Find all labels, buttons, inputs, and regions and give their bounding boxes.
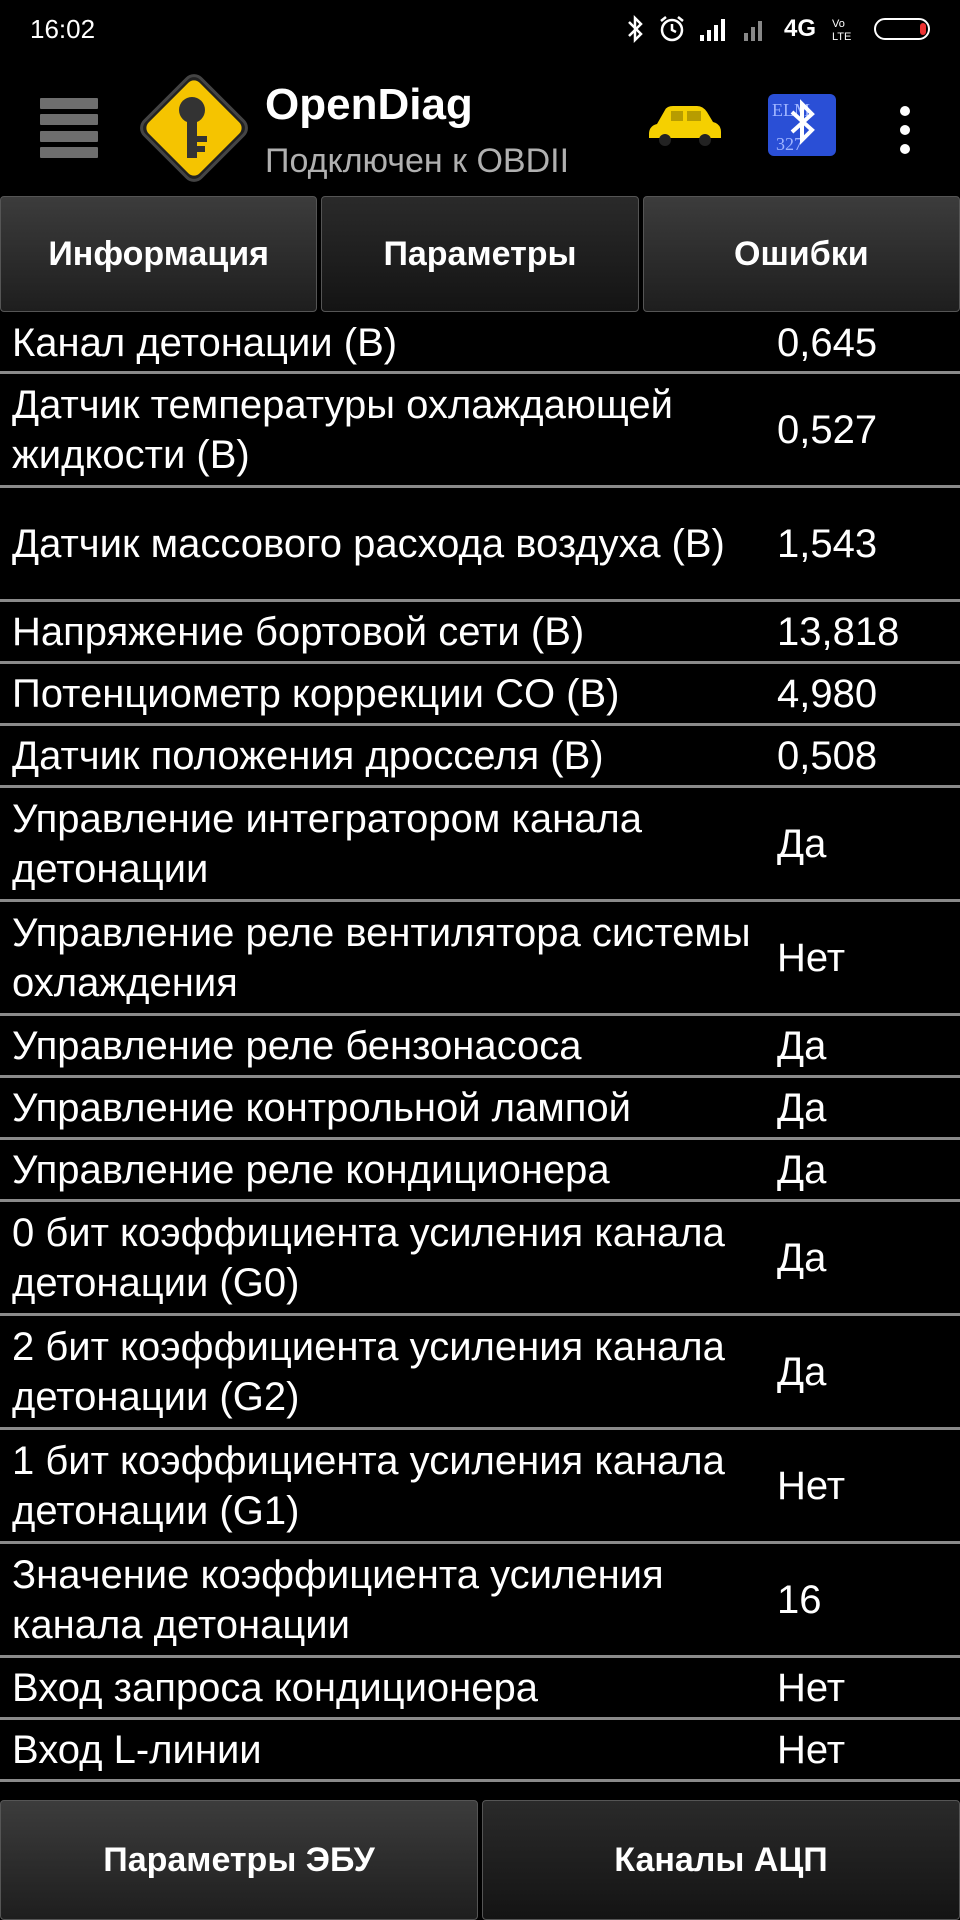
app-logo-key-icon: [140, 74, 248, 182]
car-icon[interactable]: [645, 100, 725, 150]
param-name: Датчик положения дросселя (В): [12, 733, 604, 778]
param-name: Напряжение бортовой сети (В): [12, 609, 585, 654]
param-value: Нет: [777, 1463, 846, 1508]
alarm-icon: [660, 16, 684, 42]
param-value: 16: [777, 1577, 822, 1622]
overflow-menu-icon[interactable]: [895, 106, 915, 154]
status-bar: 16:02 4G Vo LTE: [0, 0, 960, 60]
table-row: Вход запроса кондиционера Нет: [0, 1658, 960, 1720]
param-name: Управление интегратором канала детонации: [12, 796, 642, 891]
param-name: Управление реле вентилятора системы охла…: [12, 910, 751, 1005]
param-value: Да: [777, 821, 827, 866]
param-value: Нет: [777, 1665, 846, 1710]
network-type: 4G: [783, 15, 816, 42]
param-value: Да: [777, 1085, 827, 1130]
table-row: 1 бит коэффициента усиления канала детон…: [0, 1430, 960, 1544]
table-row: Датчик температуры охлаждающей жидкости …: [0, 374, 960, 488]
param-value: Да: [777, 1349, 827, 1394]
param-name: 0 бит коэффициента усиления канала детон…: [12, 1210, 725, 1305]
svg-text:Vo: Vo: [832, 18, 845, 30]
param-value: Да: [777, 1235, 827, 1280]
param-name: Управление контрольной лампой: [12, 1085, 632, 1130]
bottom-tabs: Параметры ЭБУ Каналы АЦП: [0, 1800, 960, 1920]
param-name: Вход L-линии: [12, 1727, 262, 1772]
table-row: Канал детонации (В) 0,645: [0, 314, 960, 374]
bluetooth-status-icon: [628, 15, 643, 43]
table-row: Датчик массового расхода воздуха (В) 1,5…: [0, 488, 960, 602]
tab-adc-channels[interactable]: Каналы АЦП: [482, 1800, 960, 1920]
table-row: Управление реле кондиционера Да: [0, 1140, 960, 1202]
param-name: Управление реле кондиционера: [12, 1147, 610, 1192]
app-title: OpenDiag: [265, 80, 473, 129]
table-row: Напряжение бортовой сети (В) 13,818: [0, 602, 960, 664]
param-name: Вход запроса кондиционера: [12, 1665, 538, 1710]
table-row: Управление реле вентилятора системы охла…: [0, 902, 960, 1016]
volte-icon: Vo LTE: [832, 18, 851, 42]
menu-icon[interactable]: [40, 98, 98, 158]
param-value: Нет: [777, 935, 846, 980]
tab-ecu-parameters[interactable]: Параметры ЭБУ: [0, 1800, 478, 1920]
param-value: 0,645: [777, 320, 878, 365]
signal-2-icon: [743, 21, 762, 41]
param-value: 4,980: [777, 671, 878, 716]
param-name: Значение коэффициента усиления канала де…: [12, 1552, 664, 1647]
param-value: 0,527: [777, 407, 878, 452]
table-row: Вход L-линии Нет: [0, 1720, 960, 1782]
signal-icon: [699, 19, 725, 41]
table-row: Потенциометр коррекции CO (В) 4,980: [0, 664, 960, 726]
table-row: Датчик положения дросселя (В) 0,508: [0, 726, 960, 788]
table-row: Управление интегратором канала детонации…: [0, 788, 960, 902]
param-value: Нет: [777, 1727, 846, 1772]
bluetooth-elm327-icon[interactable]: ELM 327: [768, 94, 836, 156]
table-row: 2 бит коэффициента усиления канала детон…: [0, 1316, 960, 1430]
param-value: Да: [777, 1147, 827, 1192]
param-name: Потенциометр коррекции CO (В): [12, 671, 620, 716]
svg-text:ELM: ELM: [772, 100, 810, 120]
param-value: Да: [777, 1023, 827, 1068]
battery-icon: [874, 18, 930, 40]
top-tabs: Информация Параметры Ошибки: [0, 196, 960, 312]
param-value: 0,508: [777, 733, 878, 778]
table-row: 0 бит коэффициента усиления канала детон…: [0, 1202, 960, 1316]
parameter-list[interactable]: Канал детонации (В) 0,645 Датчик темпера…: [0, 314, 960, 1782]
param-name: Управление реле бензонасоса: [12, 1023, 582, 1068]
param-name: Датчик массового расхода воздуха (В): [12, 521, 725, 566]
table-row: Управление контрольной лампой Да: [0, 1078, 960, 1140]
tab-info[interactable]: Информация: [0, 196, 318, 312]
tab-errors[interactable]: Ошибки: [642, 196, 960, 312]
param-value: 1,543: [777, 521, 878, 566]
param-name: 1 бит коэффициента усиления канала детон…: [12, 1438, 725, 1533]
param-value: 13,818: [777, 609, 900, 654]
app-bar: OpenDiag Подключен к OBDII ELM 327: [0, 60, 960, 194]
param-name: Канал детонации (В): [12, 320, 398, 365]
param-name: 2 бит коэффициента усиления канала детон…: [12, 1324, 725, 1419]
param-name: Датчик температуры охлаждающей жидкости …: [12, 382, 673, 477]
connection-status: Подключен к OBDII: [265, 142, 570, 180]
status-icons: 4G Vo LTE: [626, 12, 930, 46]
svg-text:327: 327: [776, 134, 803, 154]
svg-text:LTE: LTE: [832, 31, 851, 42]
table-row: Управление реле бензонасоса Да: [0, 1016, 960, 1078]
status-time: 16:02: [30, 14, 96, 44]
tab-parameters[interactable]: Параметры: [321, 196, 639, 312]
table-row: Значение коэффициента усиления канала де…: [0, 1544, 960, 1658]
